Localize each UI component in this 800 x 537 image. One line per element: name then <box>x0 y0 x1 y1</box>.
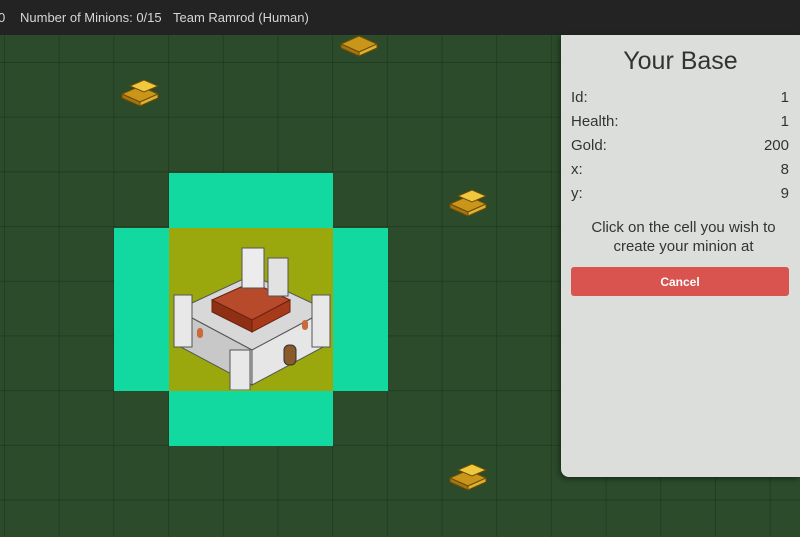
spawn-cell[interactable] <box>169 173 333 228</box>
stat-value: 1 <box>780 113 789 130</box>
stat-row-x: x: 8 <box>571 161 789 185</box>
cancel-button[interactable]: Cancel <box>571 267 789 296</box>
gold-bars-icon[interactable] <box>118 72 166 108</box>
stat-row-health: Health: 1 <box>571 113 789 137</box>
spawn-cell[interactable] <box>333 228 388 391</box>
stat-value: 1 <box>780 89 789 106</box>
stat-row-id: Id: 1 <box>571 89 789 113</box>
spawn-cell[interactable] <box>114 228 169 391</box>
stat-label: Health: <box>571 113 619 130</box>
castle-icon[interactable] <box>172 240 332 390</box>
minion-count: Number of Minions: 0/15 <box>20 10 162 25</box>
instruction-text: Click on the cell you wish to create you… <box>591 219 776 255</box>
base-info-panel: Your Base Id: 1 Health: 1 Gold: 200 x: 8… <box>561 35 800 477</box>
gold-bars-icon[interactable] <box>337 22 385 58</box>
stat-label: x: <box>571 161 583 178</box>
stat-value: 9 <box>780 185 789 202</box>
stat-label: y: <box>571 185 583 202</box>
gold-bars-icon[interactable] <box>446 182 494 218</box>
stat-label: Id: <box>571 89 588 106</box>
spawn-cell[interactable] <box>169 391 333 446</box>
panel-title: Your Base <box>623 47 738 75</box>
gold-bars-icon[interactable] <box>446 456 494 492</box>
stat-value: 200 <box>763 137 789 154</box>
team-name: Team Ramrod (Human) <box>173 10 309 25</box>
stat-row-gold: Gold: 200 <box>571 137 789 161</box>
stat-row-y: y: 9 <box>571 185 789 209</box>
stat-value: 8 <box>780 161 789 178</box>
stat-label: Gold: <box>571 137 607 154</box>
status-text-cut: 0 <box>0 10 6 25</box>
top-status-bar: 0 Number of Minions: 0/15 Team Ramrod (H… <box>0 0 800 36</box>
